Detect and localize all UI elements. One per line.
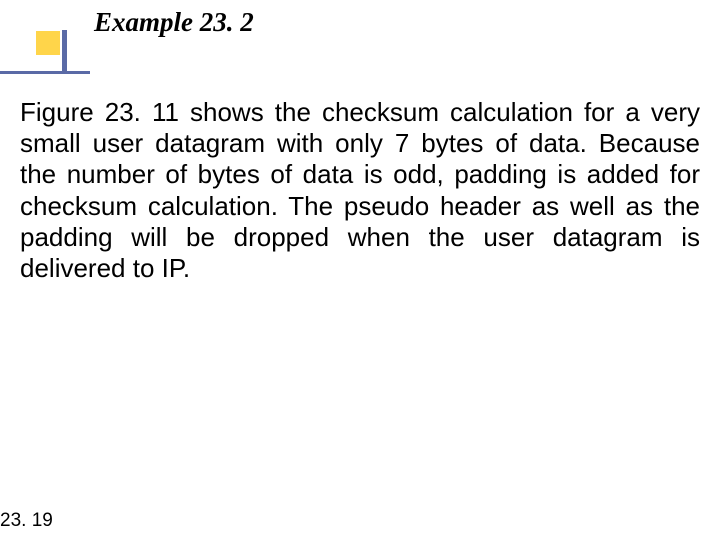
slide-title: Example 23. 2 <box>94 7 254 38</box>
decoration-horizontal-line <box>0 71 90 74</box>
title-decoration <box>0 30 90 74</box>
decoration-vertical-line <box>62 30 67 74</box>
body-paragraph: Figure 23. 11 shows the checksum calcula… <box>20 97 700 284</box>
page-number: 23. 19 <box>0 510 53 532</box>
decoration-square <box>36 31 60 55</box>
